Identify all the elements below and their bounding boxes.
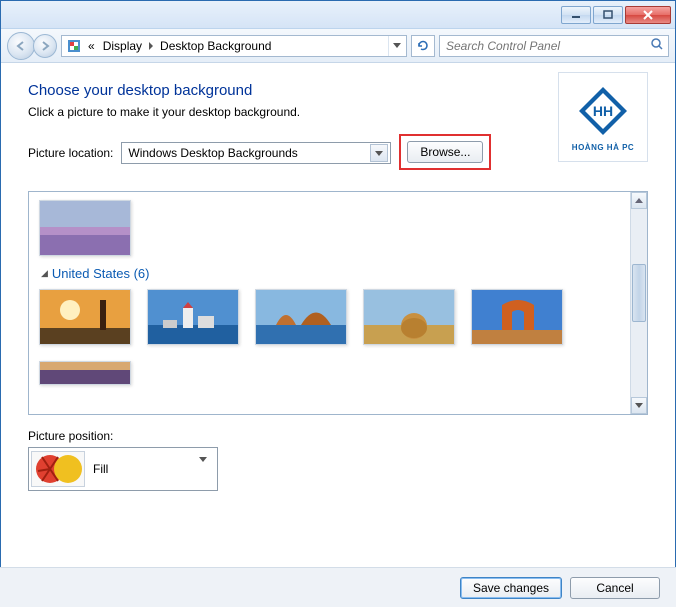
- close-button[interactable]: [625, 6, 671, 24]
- chevron-down-icon: [370, 144, 388, 162]
- back-button[interactable]: [7, 32, 35, 60]
- picture-location-row: Picture location: Windows Desktop Backgr…: [28, 135, 648, 171]
- breadcrumb-desktop-background[interactable]: Desktop Background: [158, 39, 273, 53]
- address-dropdown[interactable]: [388, 36, 404, 56]
- picture-position-dropdown[interactable]: Fill: [28, 447, 218, 491]
- control-panel-icon: [66, 38, 82, 54]
- category-header[interactable]: ◢ United States (6): [41, 266, 620, 281]
- picture-location-label: Picture location:: [28, 146, 113, 160]
- picture-position-section: Picture position: Fill: [28, 429, 648, 491]
- dialog-footer: Save changes Cancel: [0, 567, 676, 607]
- scrollbar-thumb[interactable]: [632, 264, 646, 322]
- position-preview-icon: [31, 451, 85, 487]
- navigation-bar: « Display Desktop Background: [1, 29, 675, 63]
- browse-highlight: Browse...: [399, 134, 491, 170]
- cancel-button[interactable]: Cancel: [570, 577, 660, 599]
- search-icon: [650, 37, 664, 54]
- svg-text:HH: HH: [593, 103, 613, 119]
- category-label: United States (6): [52, 266, 150, 281]
- breadcrumb-display[interactable]: Display: [101, 39, 144, 53]
- wallpaper-thumbnail[interactable]: [39, 289, 131, 345]
- wallpaper-thumbnail[interactable]: [471, 289, 563, 345]
- page-heading: Choose your desktop background: [28, 82, 648, 99]
- wallpaper-thumbnail[interactable]: [255, 289, 347, 345]
- minimize-button[interactable]: [561, 6, 591, 24]
- wallpaper-list-pane: ◢ United States (6): [28, 191, 648, 415]
- picture-location-value: Windows Desktop Backgrounds: [128, 146, 297, 160]
- scroll-down-button[interactable]: [631, 397, 647, 414]
- search-input[interactable]: [444, 38, 650, 54]
- forward-button[interactable]: [33, 34, 57, 58]
- wallpaper-thumbnail[interactable]: [147, 289, 239, 345]
- breadcrumb-prefix: «: [86, 39, 97, 53]
- save-changes-button[interactable]: Save changes: [460, 577, 562, 599]
- scroll-up-button[interactable]: [631, 192, 647, 209]
- wallpaper-thumbnail[interactable]: [39, 200, 131, 256]
- picture-location-dropdown[interactable]: Windows Desktop Backgrounds: [121, 142, 391, 164]
- collapse-icon: ◢: [41, 268, 48, 279]
- browse-button[interactable]: Browse...: [407, 141, 483, 163]
- brand-logo-text: HOÀNG HÀ PC: [572, 143, 634, 152]
- scrollbar[interactable]: [630, 192, 647, 414]
- search-box[interactable]: [439, 35, 669, 57]
- window-titlebar: [1, 1, 675, 29]
- maximize-button[interactable]: [593, 6, 623, 24]
- wallpaper-thumbnail[interactable]: [363, 289, 455, 345]
- content-area: Choose your desktop background Click a p…: [0, 62, 676, 567]
- wallpaper-thumbnail[interactable]: [39, 361, 131, 385]
- address-bar[interactable]: « Display Desktop Background: [61, 35, 407, 57]
- brand-logo: HH HOÀNG HÀ PC: [558, 72, 648, 162]
- position-value: Fill: [93, 462, 108, 476]
- chevron-down-icon: [199, 462, 215, 476]
- refresh-button[interactable]: [411, 35, 435, 57]
- breadcrumb-separator: [148, 39, 154, 53]
- page-subtext: Click a picture to make it your desktop …: [28, 105, 648, 119]
- picture-position-label: Picture position:: [28, 429, 648, 443]
